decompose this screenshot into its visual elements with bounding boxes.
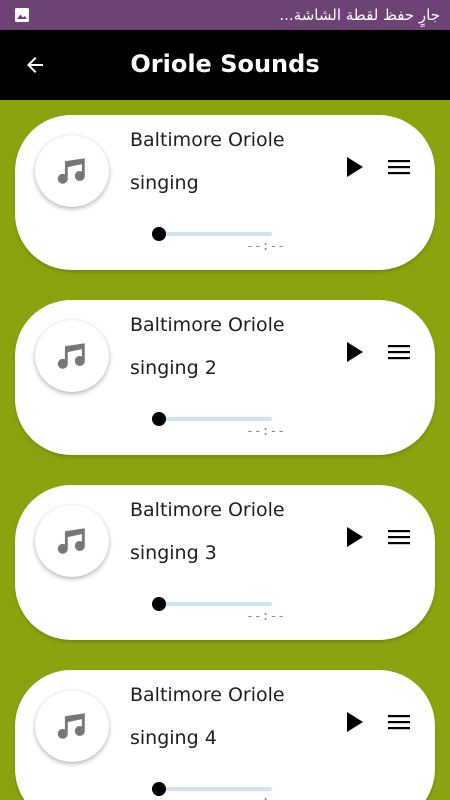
page-title: Oriole Sounds [130, 50, 320, 78]
play-icon [347, 527, 363, 547]
duration-label: --:-- [246, 794, 285, 800]
music-note-icon [57, 528, 85, 554]
seek-bar[interactable] [156, 232, 272, 236]
sound-title: Baltimore Oriole [130, 499, 285, 521]
menu-icon [388, 345, 410, 360]
play-button[interactable] [338, 336, 370, 368]
album-art [35, 320, 109, 392]
seek-bar[interactable] [156, 602, 272, 606]
seek-thumb[interactable] [152, 597, 166, 611]
seek-bar[interactable] [156, 417, 272, 421]
sound-title: Baltimore Oriole [130, 684, 285, 706]
sound-list[interactable]: Baltimore Oriole singing --:-- Baltimore… [0, 100, 450, 800]
play-icon [347, 157, 363, 177]
image-icon [15, 8, 29, 22]
sound-card[interactable]: Baltimore Oriole singing 4 --:-- [15, 670, 435, 800]
sound-card[interactable]: Baltimore Oriole singing --:-- [15, 115, 435, 270]
sound-subtitle: singing 4 [130, 727, 217, 749]
music-note-icon [57, 343, 85, 369]
music-note-icon [57, 713, 85, 739]
album-art [35, 505, 109, 577]
sound-card[interactable]: Baltimore Oriole singing 3 --:-- [15, 485, 435, 640]
status-text: جارٍ حفظ لقطة الشاشة... [279, 6, 440, 24]
sound-subtitle: singing 3 [130, 542, 217, 564]
menu-icon [388, 160, 410, 175]
album-art [35, 135, 109, 207]
duration-label: --:-- [246, 424, 286, 439]
seek-thumb[interactable] [152, 782, 166, 796]
sound-subtitle: singing 2 [130, 357, 217, 379]
seek-bar[interactable] [156, 787, 272, 791]
play-button[interactable] [338, 706, 370, 738]
menu-button[interactable] [383, 706, 415, 738]
play-icon [347, 342, 363, 362]
menu-button[interactable] [383, 151, 415, 183]
duration-label: --:-- [246, 239, 286, 254]
menu-icon [388, 530, 410, 545]
sound-title: Baltimore Oriole [130, 314, 285, 336]
play-button[interactable] [338, 521, 370, 553]
status-bar: جارٍ حفظ لقطة الشاشة... [0, 0, 450, 30]
play-icon [347, 712, 363, 732]
duration-label: --:-- [246, 609, 286, 624]
sound-subtitle: singing [130, 172, 199, 194]
menu-icon [388, 715, 410, 730]
album-art [35, 690, 109, 762]
seek-thumb[interactable] [152, 412, 166, 426]
menu-button[interactable] [383, 336, 415, 368]
sound-card[interactable]: Baltimore Oriole singing 2 --:-- [15, 300, 435, 455]
app-bar: Oriole Sounds [0, 30, 450, 100]
play-button[interactable] [338, 151, 370, 183]
sound-title: Baltimore Oriole [130, 129, 285, 151]
music-note-icon [57, 158, 85, 184]
seek-thumb[interactable] [152, 227, 166, 241]
menu-button[interactable] [383, 521, 415, 553]
